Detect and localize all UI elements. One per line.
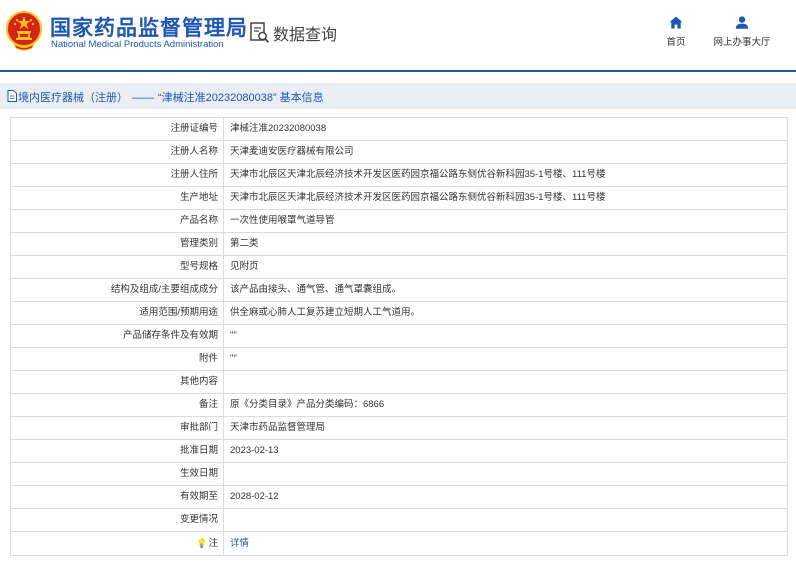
value-intended-use: 供全麻或心肺人工复苏建立短期人工气道用。 [223,301,788,325]
row-other: 其他内容 [10,370,788,394]
device-info-table: 注册证编号 津械注准20232080038 注册人名称 天津麦迪安医疗器械有限公… [10,117,788,556]
row-model-spec: 型号规格 见附页 [10,255,788,279]
details-link[interactable]: 详情 [230,538,249,549]
label-registrant-address: 注册人住所 [10,163,224,187]
label-attachment: 附件 [10,347,224,371]
national-emblem-icon [6,11,42,51]
site-title-en: National Medical Products Administration [51,39,224,50]
document-search-icon [250,22,270,43]
nav-online-office[interactable]: 网上办事大厅 [702,16,782,48]
value-attachment: "" [223,347,788,371]
database-query-label: 数据查询 [273,27,338,44]
value-other [223,370,788,394]
value-expiry-date: 2028-02-12 [223,485,788,509]
row-note: 💡注 详情 [10,531,788,556]
row-management-class: 管理类别 第二类 [10,232,788,256]
label-registrant-name: 注册人名称 [10,140,224,164]
row-registration-no: 注册证编号 津械注准20232080038 [10,117,788,141]
label-model-spec: 型号规格 [10,255,224,279]
label-intended-use: 适用范围/预期用途 [10,301,224,325]
row-product-name: 产品名称 一次性使用喉罩气道导管 [10,209,788,233]
value-structure: 该产品由接头、通气管、通气罩囊组成。 [223,278,788,302]
row-structure: 结构及组成/主要组成成分 该产品由接头、通气管、通气罩囊组成。 [10,278,788,302]
label-note-cell: 💡注 [10,531,224,556]
breadcrumb-section[interactable]: 境内医疗器械（注册） [18,92,128,104]
value-storage: "" [223,324,788,348]
breadcrumb: 境内医疗器械（注册） —— “津械注准20232080038” 基本信息 [0,83,796,109]
breadcrumb-current: “津械注准20232080038” 基本信息 [158,92,324,104]
value-product-name: 一次性使用喉罩气道导管 [223,209,788,233]
lightbulb-icon: 💡 [196,538,208,548]
label-note: 注 [208,538,218,549]
label-remarks: 备注 [10,393,224,417]
breadcrumb-text: 境内医疗器械（注册） —— “津械注准20232080038” 基本信息 [18,89,324,105]
value-registrant-name: 天津麦迪安医疗器械有限公司 [223,140,788,164]
row-remarks: 备注 原《分类目录》产品分类编码：6866 [10,393,788,417]
value-registration-no: 津械注准20232080038 [223,117,788,141]
row-production-address: 生产地址 天津市北辰区天津北辰经济技术开发区医药园京福公路东侧优谷新科园35-1… [10,186,788,210]
breadcrumb-separator: —— [132,92,154,104]
home-icon [669,16,683,29]
value-management-class: 第二类 [223,232,788,256]
value-note-cell: 详情 [223,531,788,556]
value-approval-date: 2023-02-13 [223,439,788,463]
row-changes: 变更情况 [10,508,788,532]
label-changes: 变更情况 [10,508,224,532]
row-effective-date: 生效日期 [10,462,788,486]
label-effective-date: 生效日期 [10,462,224,486]
user-icon [735,16,749,29]
label-other: 其他内容 [10,370,224,394]
value-changes [223,508,788,532]
site-header: 国家药品监督管理局 National Medical Products Admi… [0,0,796,70]
label-management-class: 管理类别 [10,232,224,256]
row-approval-dept: 审批部门 天津市药品监督管理局 [10,416,788,440]
row-storage: 产品储存条件及有效期 "" [10,324,788,348]
value-approval-dept: 天津市药品监督管理局 [223,416,788,440]
row-attachment: 附件 "" [10,347,788,371]
row-expiry-date: 有效期至 2028-02-12 [10,485,788,509]
document-icon [7,90,17,102]
label-expiry-date: 有效期至 [10,485,224,509]
label-approval-dept: 审批部门 [10,416,224,440]
label-structure: 结构及组成/主要组成成分 [10,278,224,302]
label-approval-date: 批准日期 [10,439,224,463]
label-storage: 产品储存条件及有效期 [10,324,224,348]
row-intended-use: 适用范围/预期用途 供全麻或心肺人工复苏建立短期人工气道用。 [10,301,788,325]
row-registrant-name: 注册人名称 天津麦迪安医疗器械有限公司 [10,140,788,164]
row-approval-date: 批准日期 2023-02-13 [10,439,788,463]
value-registrant-address: 天津市北辰区天津北辰经济技术开发区医药园京福公路东侧优谷新科园35-1号楼、11… [223,163,788,187]
value-remarks: 原《分类目录》产品分类编码：6866 [223,393,788,417]
value-model-spec: 见附页 [223,255,788,279]
nav-office-label: 网上办事大厅 [713,37,771,48]
label-registration-no: 注册证编号 [10,117,224,141]
database-query-link[interactable]: 数据查询 [250,22,337,44]
label-product-name: 产品名称 [10,209,224,233]
value-effective-date [223,462,788,486]
header-divider [0,70,796,72]
site-title-cn: 国家药品监督管理局 [50,17,248,40]
label-production-address: 生产地址 [10,186,224,210]
value-production-address: 天津市北辰区天津北辰经济技术开发区医药园京福公路东侧优谷新科园35-1号楼、11… [223,186,788,210]
row-registrant-address: 注册人住所 天津市北辰区天津北辰经济技术开发区医药园京福公路东侧优谷新科园35-… [10,163,788,187]
